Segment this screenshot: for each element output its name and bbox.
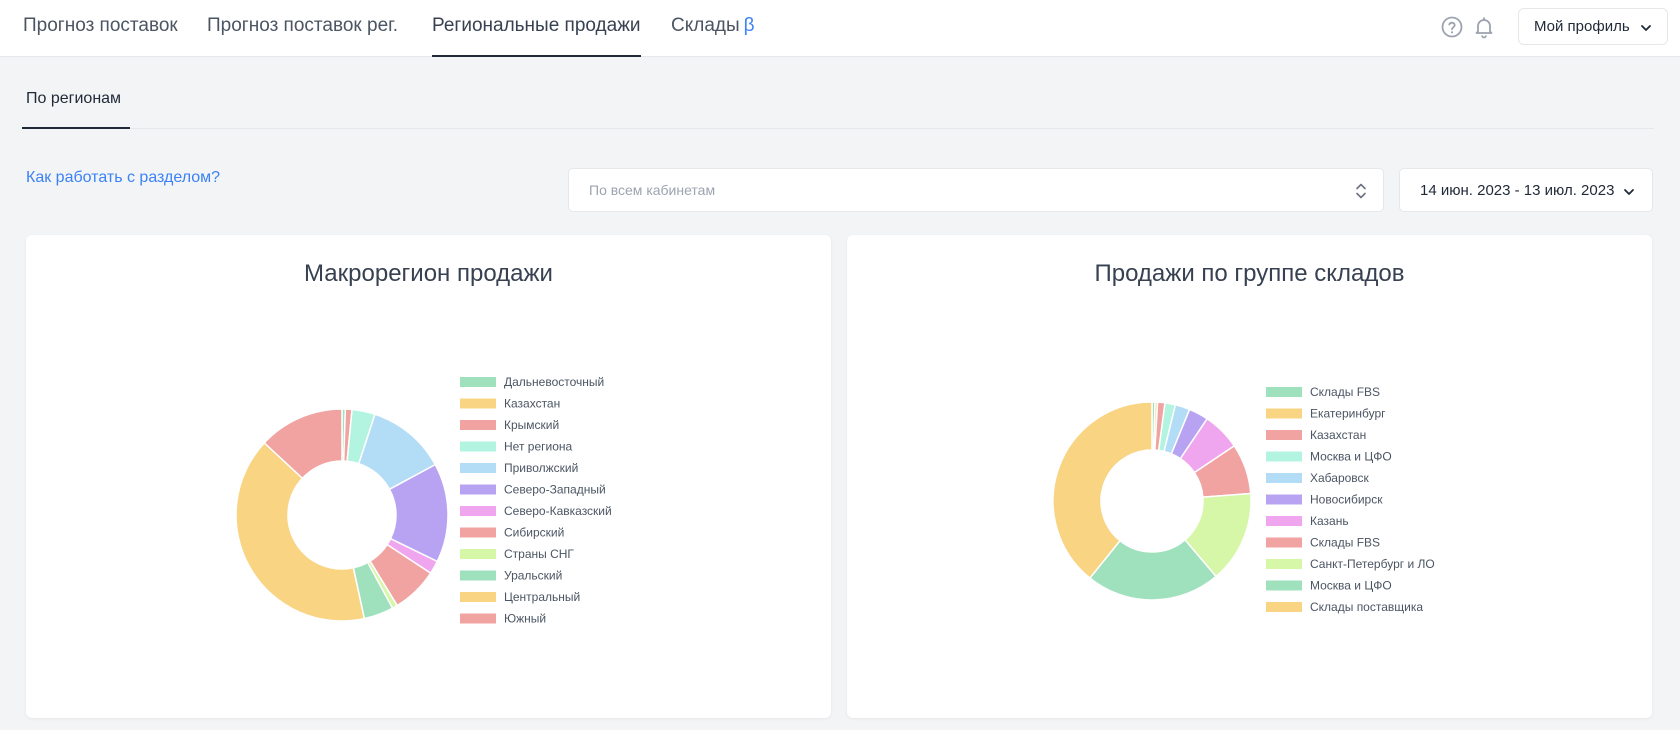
- legend-swatch: [1266, 580, 1302, 591]
- legend-swatch: [1266, 516, 1302, 526]
- tab-regional-sales[interactable]: Региональные продажи: [432, 0, 641, 57]
- sort-arrows-icon: [1356, 183, 1366, 199]
- legend-label[interactable]: Дальневосточный: [504, 375, 604, 389]
- profile-label: Мой профиль: [1534, 18, 1630, 35]
- cabinet-select-placeholder: По всем кабинетам: [589, 182, 716, 198]
- legend-label[interactable]: Санкт-Петербург и ЛО: [1310, 557, 1435, 571]
- cabinet-select[interactable]: По всем кабинетам: [568, 168, 1384, 212]
- macroregion-sales-card: Макрорегион продажи Дальневосточный Казах…: [26, 235, 831, 718]
- legend-swatch: [1266, 537, 1302, 548]
- legend-swatch: [1266, 408, 1302, 419]
- tab-regional-supply-forecast[interactable]: Прогноз поставок рег.: [207, 0, 398, 57]
- legend-label[interactable]: Северо-Западный: [504, 483, 606, 497]
- profile-menu-button[interactable]: Мой профиль: [1518, 8, 1668, 45]
- subtab-divider: [22, 128, 1654, 129]
- date-range-label: 14 июн. 2023 - 13 июл. 2023: [1420, 181, 1615, 199]
- legend-swatch: [460, 398, 496, 409]
- legend-label[interactable]: Уральский: [504, 569, 562, 583]
- subtab-by-regions[interactable]: По регионам: [22, 90, 130, 130]
- legend-label[interactable]: Крымский: [504, 418, 559, 432]
- legend-swatch: [1266, 387, 1302, 397]
- legend-swatch: [1266, 451, 1302, 462]
- legend-label[interactable]: Казань: [1310, 514, 1349, 528]
- beta-badge: β: [743, 15, 755, 36]
- legend-label[interactable]: Москва и ЦФО: [1310, 450, 1392, 464]
- warehouse-group-sales-card: Продажи по группе складов Склады FBS Екат…: [847, 235, 1652, 718]
- legend-swatch: [1266, 559, 1302, 569]
- legend-swatch: [460, 592, 496, 602]
- help-link[interactable]: Как работать с разделом?: [26, 169, 220, 187]
- legend-label[interactable]: Центральный: [504, 590, 580, 604]
- legend-label[interactable]: Склады FBS: [1310, 385, 1380, 399]
- legend-swatch: [460, 377, 496, 387]
- bell-icon[interactable]: [1472, 15, 1496, 39]
- legend-swatch: [460, 463, 496, 473]
- legend-swatch: [1266, 430, 1302, 440]
- warehouse-donut-chart: Склады FBS Екатеринбург Казахстан Москва и …: [1052, 385, 1435, 614]
- date-range-picker[interactable]: 14 июн. 2023 - 13 июл. 2023: [1399, 168, 1653, 212]
- chevron-down-icon: [1641, 25, 1651, 31]
- legend-label[interactable]: Хабаровск: [1310, 471, 1370, 485]
- legend-label[interactable]: Страны СНГ: [504, 547, 574, 561]
- legend-label[interactable]: Склады FBS: [1310, 536, 1380, 550]
- legend-swatch: [1266, 473, 1302, 483]
- legend-label[interactable]: Москва и ЦФО: [1310, 579, 1392, 593]
- legend-label[interactable]: Казахстан: [1310, 428, 1366, 442]
- legend-label[interactable]: Приволжский: [504, 461, 578, 475]
- legend-swatch: [460, 613, 496, 624]
- legend-label[interactable]: Северо-Кавказский: [504, 504, 612, 518]
- legend-label[interactable]: Казахстан: [504, 397, 560, 411]
- legend-swatch: [1266, 494, 1302, 505]
- legend-swatch: [460, 484, 496, 495]
- tab-warehouses-label: Склады: [671, 15, 740, 36]
- tab-warehouses[interactable]: Склады β: [671, 0, 755, 57]
- legend-label[interactable]: Нет региона: [504, 440, 573, 454]
- legend-swatch: [460, 441, 496, 452]
- legend-label[interactable]: Екатеринбург: [1310, 407, 1386, 421]
- legend-swatch: [1266, 602, 1302, 612]
- legend-swatch: [460, 570, 496, 581]
- legend-label[interactable]: Южный: [504, 612, 546, 626]
- legend-label[interactable]: Новосибирск: [1310, 493, 1383, 507]
- legend-label[interactable]: Сибирский: [504, 526, 564, 540]
- chevron-down-icon: [1624, 189, 1634, 195]
- legend-swatch: [460, 549, 496, 559]
- top-navigation: Прогноз поставок Прогноз поставок рег. Р…: [0, 0, 1680, 57]
- legend-swatch: [460, 506, 496, 516]
- help-circle-icon[interactable]: [1440, 15, 1464, 39]
- subtab-active-indicator: [22, 127, 130, 129]
- legend-label[interactable]: Склады поставщика: [1310, 600, 1423, 614]
- legend-swatch: [460, 527, 496, 538]
- macroregion-donut-chart: Дальневосточный Казахстан Крымский Нет реги…: [235, 375, 612, 626]
- legend-swatch: [460, 420, 496, 430]
- tab-supply-forecast[interactable]: Прогноз поставок: [23, 0, 178, 57]
